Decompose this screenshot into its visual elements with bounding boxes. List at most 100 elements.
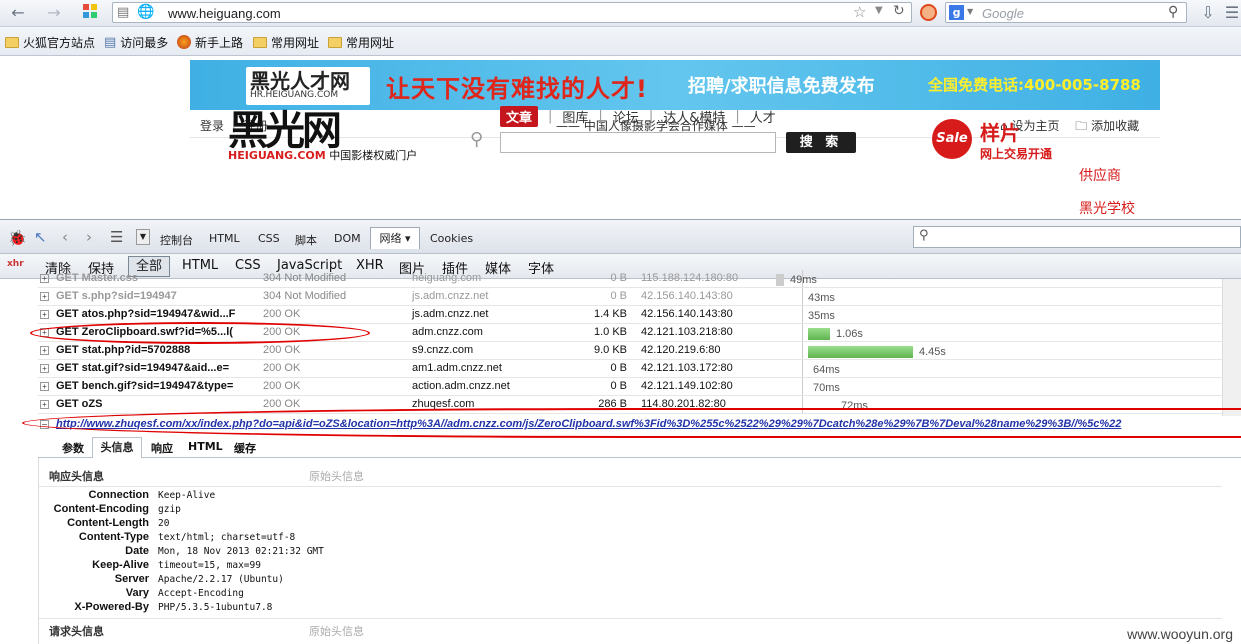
request-status: 200 OK: [263, 380, 301, 392]
site-logo-subtitle: HEIGUANG.COM 中国影楼权威门户: [228, 147, 417, 163]
list-icon[interactable]: ☰: [110, 228, 123, 246]
request-detail-tabs: 参数 头信息 响应 HTML 缓存: [38, 436, 1241, 458]
timeline-divider: [802, 306, 803, 323]
bookmark-item[interactable]: 火狐官方站点: [5, 33, 95, 51]
tab-dom[interactable]: DOM: [334, 232, 361, 245]
adblock-icon[interactable]: [920, 4, 937, 21]
sale-badge[interactable]: Sale: [932, 119, 972, 159]
expand-icon[interactable]: +: [40, 292, 49, 301]
sale-subtitle[interactable]: 网上交易开通: [980, 145, 1052, 162]
add-favorite-link[interactable]: 添加收藏: [1091, 119, 1139, 133]
site-search-button[interactable]: 搜 索: [786, 132, 856, 153]
tab-headers[interactable]: 头信息: [92, 437, 142, 458]
tab-html-preview[interactable]: HTML: [188, 440, 223, 453]
panel-menu-icon[interactable]: ▼: [136, 229, 150, 245]
bookmark-label: 常用网址: [346, 35, 395, 50]
url-text[interactable]: www.heiguang.com: [168, 6, 281, 21]
divider: [39, 486, 1222, 487]
request-headers-title[interactable]: 请求头信息: [49, 623, 104, 639]
bookmark-item[interactable]: 常用网址: [328, 33, 394, 51]
request-ip: 42.156.140.143:80: [641, 290, 733, 302]
url-bar[interactable]: ▤ 🌐 www.heiguang.com ☆ ▼ ↻: [112, 2, 912, 23]
folder-icon: [328, 36, 342, 48]
tab-css[interactable]: CSS: [258, 232, 280, 245]
tab-script[interactable]: 脚本: [295, 232, 317, 248]
bookmark-label: 火狐官方站点: [23, 35, 96, 50]
annotation-ellipse: [30, 322, 370, 344]
site-logo-domain: HEIGUANG.COM: [228, 149, 326, 162]
table-row[interactable]: + GET stat.php?id=5702888 200 OK s9.cnzz…: [38, 342, 1222, 360]
bookmark-item[interactable]: 常用网址: [253, 33, 319, 51]
menu-icon[interactable]: ☰: [1222, 4, 1241, 22]
top-right-links: ⌂ 设为主页 🗀 添加收藏: [1000, 117, 1139, 138]
sale-title[interactable]: 样片: [980, 117, 1020, 146]
tab-cache[interactable]: 缓存: [234, 440, 256, 456]
tab-response[interactable]: 响应: [151, 440, 173, 456]
firebug-icon[interactable]: 🐞: [8, 229, 27, 247]
expand-icon[interactable]: +: [40, 310, 49, 319]
back-arrow-icon[interactable]: ←: [8, 4, 28, 22]
globe-icon: 🌐: [137, 4, 155, 20]
bookmark-item[interactable]: 新手上路: [177, 33, 243, 51]
expand-icon[interactable]: +: [40, 346, 49, 355]
search-icon[interactable]: ⚲: [1168, 4, 1178, 20]
header-key: Content-Encoding: [53, 503, 149, 515]
expand-icon[interactable]: +: [40, 382, 49, 391]
raw-headers-link[interactable]: 原始头信息: [309, 468, 364, 484]
tab-html[interactable]: HTML: [209, 232, 240, 245]
download-icon[interactable]: ⇩: [1198, 4, 1218, 22]
site-search-input[interactable]: [500, 132, 776, 153]
tab-console[interactable]: 控制台: [160, 232, 193, 248]
request-domain: am1.adm.cnzz.net: [412, 362, 502, 374]
supplier-link[interactable]: 供应商: [1079, 160, 1135, 193]
google-engine-icon[interactable]: g: [949, 5, 964, 20]
bookmarks-toolbar: 火狐官方站点 ▤ 访问最多 新手上路 常用网址 常用网址: [0, 27, 1241, 56]
nav-item-models[interactable]: 达人&模特: [663, 107, 725, 126]
timeline-divider: [802, 360, 803, 377]
tab-network[interactable]: 网络 ▾: [370, 227, 420, 249]
reader-icon[interactable]: ▤: [117, 5, 129, 20]
list-scrollbar[interactable]: [1222, 279, 1241, 416]
request-status: 200 OK: [263, 344, 301, 356]
firebug-search-input[interactable]: ⚲: [913, 226, 1241, 248]
bookmark-item[interactable]: ▤ 访问最多: [104, 33, 168, 51]
nav-item-articles[interactable]: 文章: [500, 105, 539, 127]
nav-item-gallery[interactable]: 图库: [562, 107, 588, 126]
login-link[interactable]: 登录: [200, 119, 224, 133]
forward-icon[interactable]: ›: [86, 228, 92, 246]
expand-icon[interactable]: +: [40, 274, 49, 283]
apps-grid-icon[interactable]: [80, 4, 100, 22]
expand-icon[interactable]: +: [40, 400, 49, 409]
bookmark-label: 访问最多: [120, 35, 169, 50]
firebug-main-toolbar: 🐞 ↖ ‹ › ☰ ▼ 控制台 HTML CSS 脚本 DOM 网络 ▾ Coo…: [0, 219, 1241, 254]
nav-item-forum[interactable]: 论坛: [613, 107, 639, 126]
timeline-divider: [802, 378, 803, 395]
url-dropdown-icon[interactable]: ▼: [875, 5, 883, 16]
table-row[interactable]: + GET stat.gif?sid=194947&aid...e= 200 O…: [38, 360, 1222, 378]
engine-dropdown-icon[interactable]: ▼: [967, 7, 973, 16]
table-row[interactable]: + GET s.php?sid=194947 304 Not Modified …: [38, 288, 1222, 306]
request-domain: heiguang.com: [412, 272, 482, 284]
back-icon[interactable]: ‹: [62, 228, 68, 246]
table-row[interactable]: + GET Master.css 304 Not Modified heigua…: [38, 270, 1222, 288]
request-status: 200 OK: [263, 398, 301, 410]
tab-cookies[interactable]: Cookies: [430, 232, 473, 245]
header-key: Date: [125, 545, 149, 557]
folder-icon: 🗀: [1075, 119, 1088, 133]
star-bookmark-icon[interactable]: ☆: [853, 3, 866, 21]
raw-headers-link[interactable]: 原始头信息: [309, 623, 364, 639]
request-name: GET stat.php?id=5702888: [56, 344, 191, 356]
timing-bar: [776, 274, 784, 286]
separator: |: [598, 108, 603, 124]
nav-item-talent[interactable]: 人才: [750, 107, 776, 126]
forward-arrow-icon[interactable]: →: [44, 4, 64, 22]
reload-icon[interactable]: ↻: [893, 3, 905, 19]
response-headers-title[interactable]: 响应头信息: [49, 468, 104, 484]
expand-icon[interactable]: +: [40, 364, 49, 373]
web-search-box[interactable]: g ▼ Google ⚲: [945, 2, 1187, 23]
inspect-icon[interactable]: ↖: [34, 228, 47, 246]
tab-params[interactable]: 参数: [62, 440, 84, 456]
table-row[interactable]: + GET bench.gif?sid=194947&type= 200 OK …: [38, 378, 1222, 396]
request-status: 200 OK: [263, 308, 301, 320]
request-size: 0 B: [610, 290, 627, 302]
